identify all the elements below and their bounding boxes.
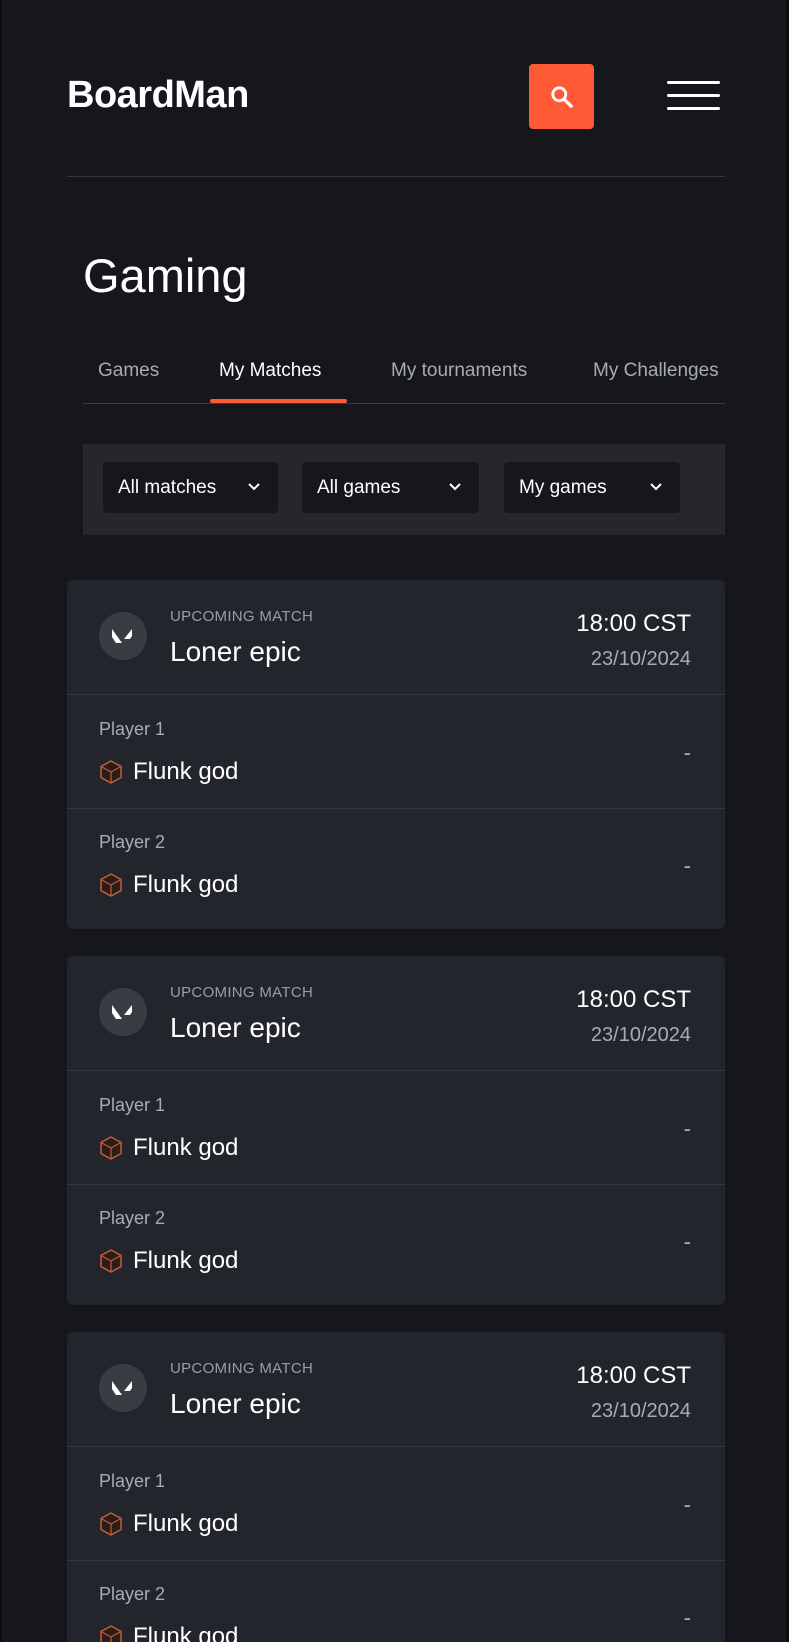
player-score: - <box>683 1229 691 1254</box>
player-score: - <box>683 853 691 878</box>
header-divider <box>67 176 725 177</box>
match-card-header: UPCOMING MATCH Loner epic 18:00 CST 23/1… <box>67 956 725 1071</box>
match-card-header: UPCOMING MATCH Loner epic 18:00 CST 23/1… <box>67 580 725 695</box>
app-header: BoardMan <box>67 64 722 132</box>
chevron-down-icon <box>650 483 662 491</box>
match-name: Loner epic <box>170 1012 301 1043</box>
player-name: Flunk god <box>133 758 239 785</box>
match-status: UPCOMING MATCH <box>170 608 314 625</box>
player-score: - <box>683 1492 691 1517</box>
tab-games[interactable]: Games <box>98 360 159 382</box>
player-name: Flunk god <box>133 1247 239 1274</box>
search-button[interactable] <box>529 64 594 129</box>
match-date: 23/10/2024 <box>590 1024 691 1046</box>
tab-my-matches[interactable]: My Matches <box>219 360 321 382</box>
match-status: UPCOMING MATCH <box>170 1360 314 1377</box>
cube-avatar-icon <box>100 873 122 897</box>
match-name: Loner epic <box>170 1388 301 1419</box>
cube-avatar-icon <box>100 1136 122 1160</box>
player-label: Player 1 <box>99 1095 166 1115</box>
player-score: - <box>683 740 691 765</box>
player-row: Player 1 Flunk god - <box>67 1448 725 1561</box>
tab-my-challenges[interactable]: My Challenges <box>593 360 719 382</box>
search-icon <box>550 85 573 108</box>
cube-avatar-icon <box>100 1249 122 1273</box>
player-label: Player 1 <box>99 719 166 739</box>
match-card[interactable]: UPCOMING MATCH Loner epic 18:00 CST 23/1… <box>67 1332 725 1642</box>
match-date: 23/10/2024 <box>590 648 691 670</box>
player-row: Player 2 Flunk god - <box>67 809 725 922</box>
brand-logo[interactable]: BoardMan <box>67 74 249 117</box>
match-filter-dropdown[interactable]: All matches <box>103 462 278 513</box>
player-row: Player 1 Flunk god - <box>67 1072 725 1185</box>
player-label: Player 2 <box>99 1208 166 1228</box>
player-name: Flunk god <box>133 1134 239 1161</box>
player-label: Player 2 <box>99 832 166 852</box>
screen-edge-left <box>0 0 2 1642</box>
match-time: 18:00 CST <box>576 1362 691 1389</box>
tab-bar: Games My Matches My tournaments My Chall… <box>83 356 725 404</box>
chevron-down-icon <box>449 483 461 491</box>
player-score: - <box>683 1605 691 1630</box>
player-label: Player 1 <box>99 1471 166 1491</box>
cube-avatar-icon <box>100 1512 122 1536</box>
hamburger-menu-icon[interactable] <box>667 78 722 114</box>
game-filter-value: All games <box>317 476 401 498</box>
player-row: Player 1 Flunk god - <box>67 696 725 809</box>
player-score: - <box>683 1116 691 1141</box>
ownership-filter-dropdown[interactable]: My games <box>504 462 680 513</box>
match-filter-value: All matches <box>118 476 217 498</box>
player-label: Player 2 <box>99 1584 166 1604</box>
player-name: Flunk god <box>133 871 239 898</box>
match-name: Loner epic <box>170 636 301 667</box>
tab-my-tournaments[interactable]: My tournaments <box>391 360 527 382</box>
player-name: Flunk god <box>133 1623 239 1642</box>
filter-bar: All matches All games My games <box>83 444 725 535</box>
ownership-filter-value: My games <box>519 476 607 498</box>
match-card-header: UPCOMING MATCH Loner epic 18:00 CST 23/1… <box>67 1332 725 1447</box>
match-card[interactable]: UPCOMING MATCH Loner epic 18:00 CST 23/1… <box>67 956 725 1305</box>
match-date: 23/10/2024 <box>590 1400 691 1422</box>
match-time: 18:00 CST <box>576 986 691 1013</box>
player-name: Flunk god <box>133 1510 239 1537</box>
chevron-down-icon <box>248 483 260 491</box>
player-row: Player 2 Flunk god - <box>67 1561 725 1642</box>
match-time: 18:00 CST <box>576 610 691 637</box>
cube-avatar-icon <box>100 1625 122 1642</box>
valorant-logo-icon <box>99 1364 147 1412</box>
cube-avatar-icon <box>100 760 122 784</box>
match-status: UPCOMING MATCH <box>170 984 314 1001</box>
valorant-logo-icon <box>99 988 147 1036</box>
page-title: Gaming <box>83 249 248 302</box>
valorant-logo-icon <box>99 612 147 660</box>
player-row: Player 2 Flunk god - <box>67 1185 725 1298</box>
active-tab-indicator <box>210 399 347 403</box>
match-card[interactable]: UPCOMING MATCH Loner epic 18:00 CST 23/1… <box>67 580 725 929</box>
game-filter-dropdown[interactable]: All games <box>302 462 479 513</box>
